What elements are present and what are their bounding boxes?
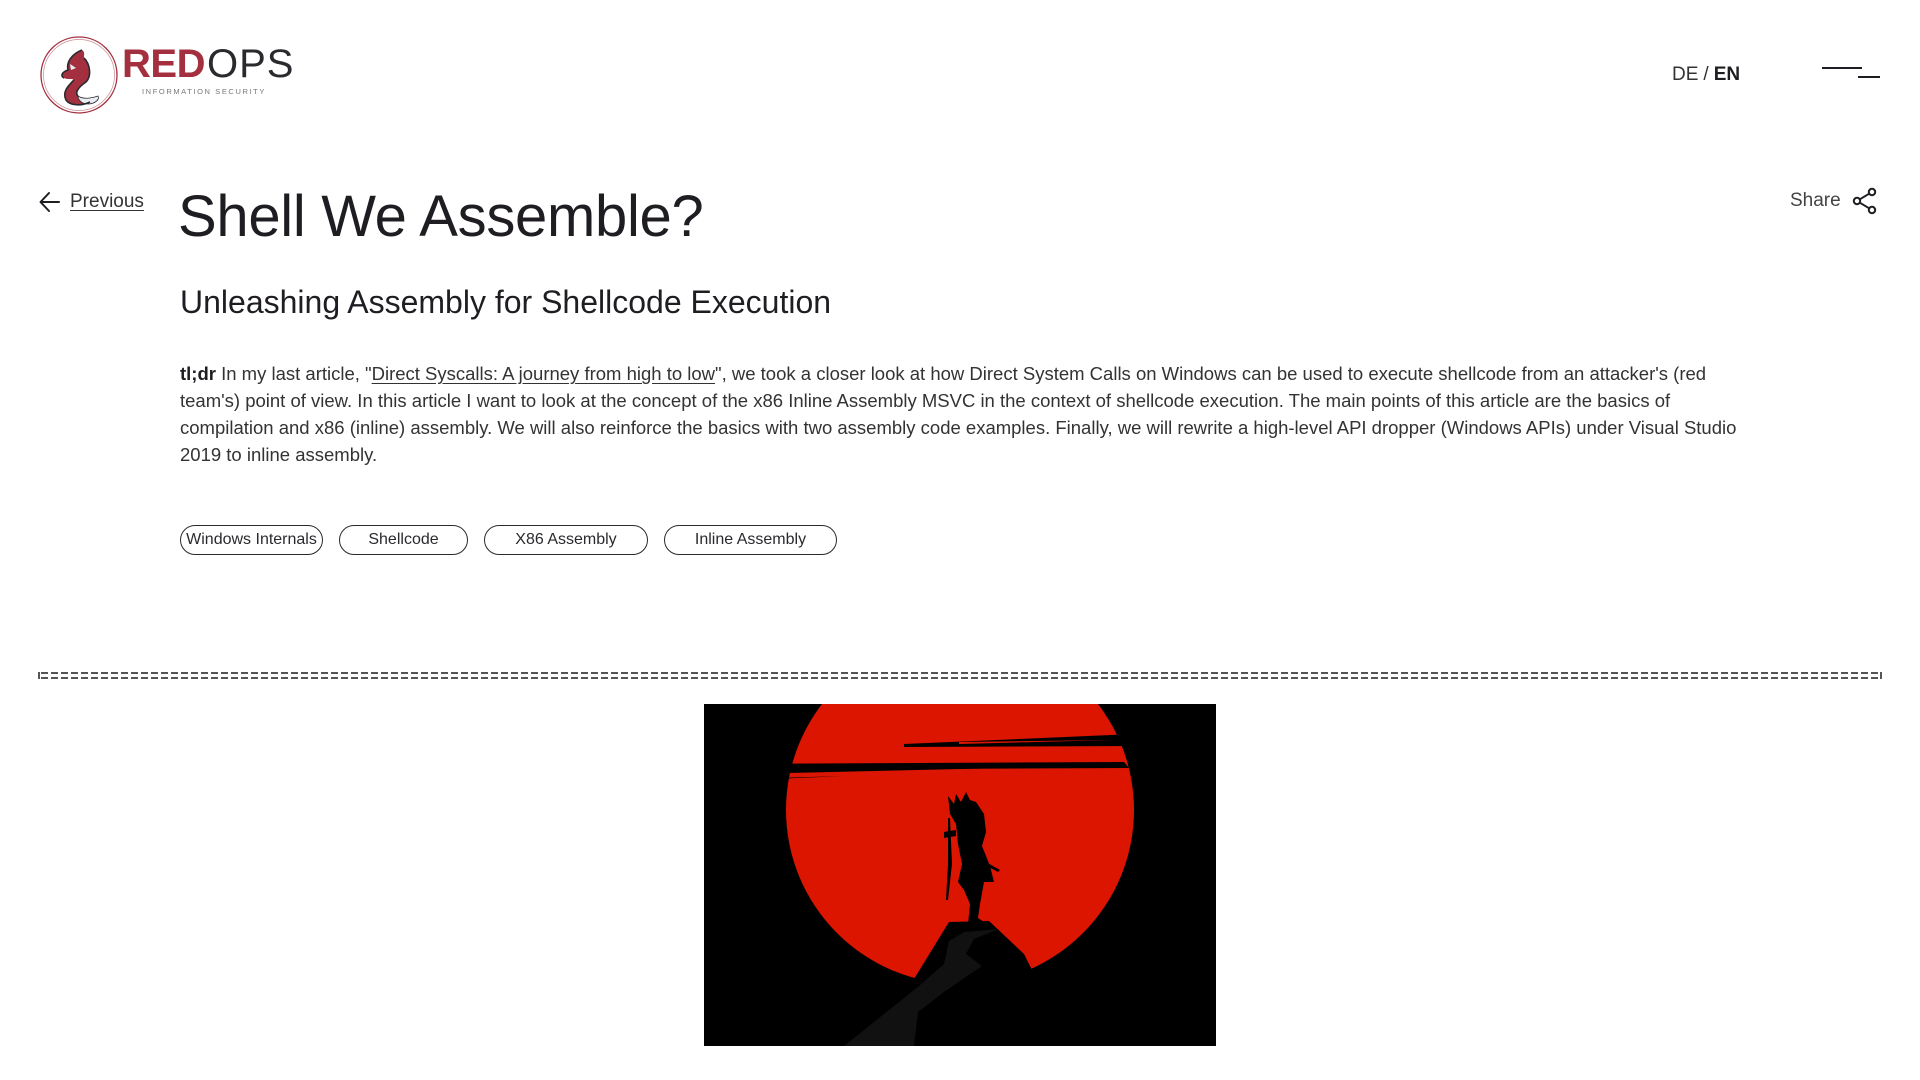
- logo-text-red: RED: [122, 42, 205, 86]
- divider-cap-left: [38, 672, 40, 679]
- divider-row-bottom: [41, 677, 1879, 679]
- language-option-en[interactable]: EN: [1714, 64, 1740, 85]
- article-title: Shell We Assemble?: [178, 184, 704, 249]
- previous-label: Previous: [70, 191, 144, 212]
- samurai-sunset-illustration: [704, 704, 1216, 1046]
- previous-article-link[interactable]: Direct Syscalls: A journey from high to …: [372, 363, 715, 384]
- tag-list: Windows Internals Shellcode X86 Assembly…: [180, 525, 837, 555]
- language-switcher: DE / EN: [1672, 63, 1740, 87]
- arrow-left-icon: [39, 192, 60, 212]
- hero-image: [704, 704, 1216, 1046]
- redops-logo[interactable]: REDOPS INFORMATION SECURITY: [38, 34, 293, 116]
- tag-shellcode[interactable]: Shellcode: [339, 525, 468, 555]
- article-subtitle: Unleashing Assembly for Shellcode Execut…: [180, 284, 832, 320]
- share-label: Share: [1790, 190, 1841, 211]
- intro-text-before-link: In my last article, ": [215, 363, 372, 384]
- tag-inline-assembly[interactable]: Inline Assembly: [664, 525, 837, 555]
- logo-text-ops: OPS: [206, 42, 295, 86]
- language-option-de[interactable]: DE: [1672, 64, 1698, 85]
- tag-windows-internals[interactable]: Windows Internals: [180, 525, 323, 555]
- previous-link[interactable]: Previous: [38, 188, 144, 216]
- fox-logo-icon: [40, 36, 118, 114]
- share-button[interactable]: Share: [1790, 186, 1879, 216]
- tldr-label: tl;dr: [180, 363, 216, 384]
- hamburger-menu-icon[interactable]: [1818, 58, 1884, 86]
- share-icon: [1852, 187, 1876, 215]
- logo-tagline: INFORMATION SECURITY: [142, 87, 266, 96]
- divider-row-top: [41, 672, 1879, 674]
- logo-wordmark: REDOPS: [122, 44, 294, 84]
- language-separator: /: [1703, 64, 1709, 85]
- article-intro: tl;dr In my last article, "Direct Syscal…: [180, 360, 1760, 468]
- menu-line-bottom: [1858, 76, 1880, 78]
- menu-line-top: [1822, 67, 1862, 69]
- dashed-divider: [38, 672, 1882, 680]
- divider-cap-right: [1880, 672, 1882, 679]
- tag-x86-assembly[interactable]: X86 Assembly: [484, 525, 648, 555]
